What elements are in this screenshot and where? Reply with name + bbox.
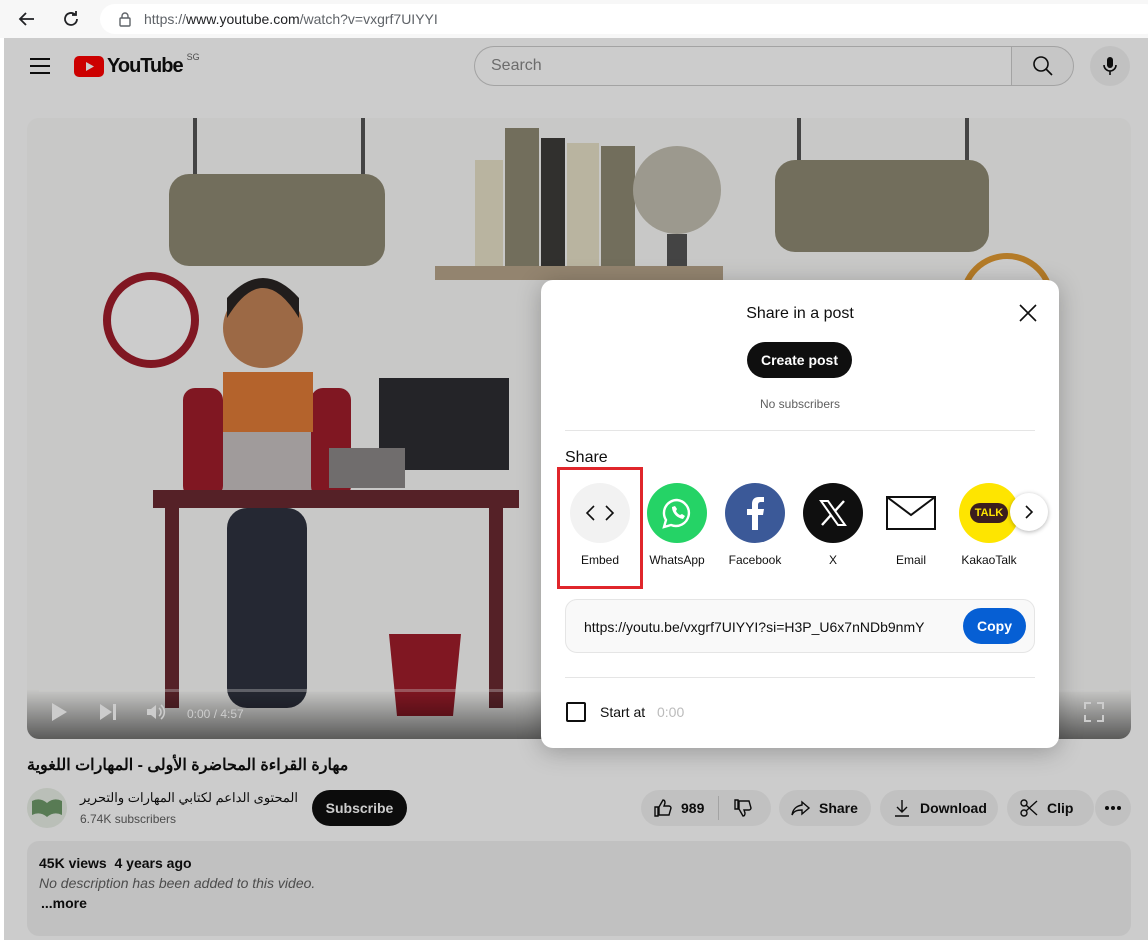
- close-icon: [1019, 304, 1037, 322]
- url-host: www.youtube.com: [186, 11, 300, 27]
- share-target-email[interactable]: Email: [876, 483, 946, 567]
- x-icon: [803, 483, 863, 543]
- lock-icon: [118, 11, 132, 27]
- reload-icon: [64, 11, 78, 26]
- start-at-checkbox[interactable]: [566, 702, 586, 722]
- share-target-label: WhatsApp: [649, 553, 705, 567]
- share-target-label: KakaoTalk: [961, 553, 1017, 567]
- back-button[interactable]: [14, 6, 40, 32]
- browser-toolbar: https://www.youtube.com/watch?v=vxgrf7UI…: [0, 0, 1148, 38]
- dialog-divider-top: [565, 430, 1035, 431]
- url-path: /watch?v=vxgrf7UIYYI: [299, 11, 438, 27]
- no-subscribers-text: No subscribers: [759, 397, 841, 411]
- share-link-box: https://youtu.be/vxgrf7UIYYI?si=H3P_U6x7…: [565, 599, 1035, 653]
- arrow-left-icon: [18, 12, 34, 26]
- chevron-right-icon: [1025, 505, 1034, 519]
- create-post-button[interactable]: Create post: [747, 342, 852, 378]
- url-prefix: https://: [144, 11, 187, 27]
- copy-link-button[interactable]: Copy: [963, 608, 1026, 644]
- email-icon: [881, 483, 941, 543]
- share-target-label: Email: [895, 553, 926, 567]
- share-target-facebook[interactable]: Facebook: [720, 483, 790, 567]
- whatsapp-icon: [647, 483, 707, 543]
- share-target-label: X: [828, 553, 837, 567]
- share-target-label: Facebook: [728, 553, 782, 567]
- start-at-label: Start at: [600, 704, 646, 720]
- address-bar[interactable]: https://www.youtube.com/watch?v=vxgrf7UI…: [100, 4, 1148, 34]
- kakaotalk-badge: TALK: [969, 503, 1009, 523]
- close-dialog-button[interactable]: [1015, 300, 1041, 326]
- dialog-title: Share in a post: [746, 305, 854, 322]
- share-link-input[interactable]: https://youtu.be/vxgrf7UIYYI?si=H3P_U6x7…: [584, 619, 924, 635]
- share-dialog: Share in a post Create post No subscribe…: [541, 280, 1059, 748]
- facebook-icon: [725, 483, 785, 543]
- dialog-divider-bottom: [565, 677, 1035, 678]
- reload-button[interactable]: [58, 6, 84, 32]
- share-target-whatsapp[interactable]: WhatsApp: [642, 483, 712, 567]
- share-heading: Share: [565, 449, 608, 466]
- start-at-time-input[interactable]: 0:00: [657, 704, 684, 720]
- share-target-x[interactable]: X: [798, 483, 868, 567]
- embed-highlight-box: [557, 467, 643, 589]
- share-targets-next-button[interactable]: [1010, 493, 1048, 531]
- share-target-kakaotalk[interactable]: TALK KakaoTalk: [954, 483, 1024, 567]
